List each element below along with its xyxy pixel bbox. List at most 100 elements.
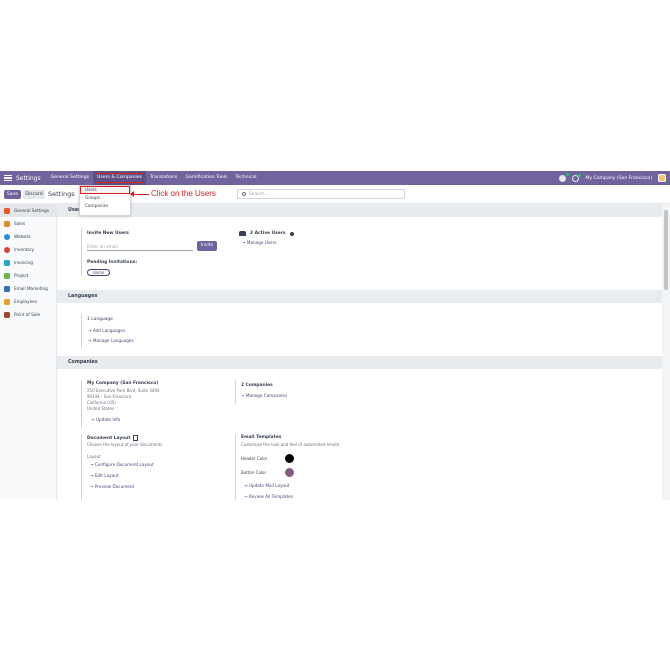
company-switcher[interactable]: My Company (San Francisco) bbox=[585, 176, 652, 181]
search-input[interactable]: Search... bbox=[237, 189, 405, 199]
navbar-right: My Company (San Francisco) bbox=[559, 171, 666, 185]
nav-users-companies[interactable]: Users & Companies bbox=[93, 171, 147, 185]
main-scrollbar[interactable] bbox=[662, 204, 670, 500]
pending-invite-chip[interactable]: demo bbox=[87, 269, 111, 276]
scrollbar-thumb[interactable] bbox=[664, 210, 668, 290]
inventory-icon bbox=[4, 246, 10, 253]
preview-document-link[interactable]: Preview Document bbox=[90, 484, 134, 489]
sidebar-item-email-marketing[interactable]: Email Marketing bbox=[0, 282, 56, 295]
company-address-line-2: 94134 - San Francisco bbox=[87, 394, 132, 399]
chat-icon[interactable] bbox=[559, 172, 570, 182]
sidebar-item-invoicing[interactable]: Invoicing bbox=[0, 256, 56, 269]
document-layout-title: Document Layout bbox=[87, 435, 131, 441]
save-button[interactable]: Save bbox=[4, 190, 21, 199]
sidebar-item-label: Website bbox=[14, 234, 31, 239]
company-address-line-3: California (US) bbox=[87, 400, 116, 405]
manage-users-link[interactable]: Manage Users bbox=[242, 240, 294, 245]
section-header-users: User bbox=[57, 204, 662, 217]
sidebar-item-label: Invoicing bbox=[14, 260, 33, 265]
activity-clock-icon[interactable] bbox=[572, 173, 582, 182]
sidebar-item-sales[interactable]: Sales bbox=[0, 217, 56, 230]
nav-technical[interactable]: Technical bbox=[231, 171, 260, 185]
section-header-languages: Languages bbox=[57, 290, 662, 303]
company-address-line-1: 250 Executive Park Blvd, Suite 3400 bbox=[87, 388, 160, 393]
user-avatar[interactable] bbox=[658, 174, 666, 182]
nav-translations[interactable]: Translations bbox=[146, 171, 181, 185]
invite-title: Invite New Users bbox=[87, 231, 129, 236]
sidebar-item-inventory[interactable]: Inventory bbox=[0, 243, 56, 256]
update-mail-layout-link[interactable]: Update Mail Layout bbox=[244, 483, 290, 488]
annotation-arrow bbox=[130, 190, 149, 199]
settings-sidebar: General Settings Sales Website Inventory… bbox=[0, 204, 57, 500]
sidebar-item-label: General Settings bbox=[14, 208, 50, 213]
search-placeholder: Search... bbox=[249, 191, 269, 197]
sidebar-item-employees[interactable]: Employees bbox=[0, 295, 56, 308]
sidebar-item-point-of-sale[interactable]: Point of Sale bbox=[0, 308, 56, 321]
manage-companies-link[interactable]: Manage Companies bbox=[241, 393, 287, 398]
invite-button[interactable]: Invite bbox=[197, 241, 217, 251]
companies-count: 2 Companies bbox=[241, 383, 273, 388]
sidebar-item-general-settings[interactable]: General Settings bbox=[0, 204, 56, 217]
header-color-swatch[interactable] bbox=[285, 454, 294, 463]
button-color-label: Button Color bbox=[241, 470, 267, 475]
nav-menu: General Settings Users & Companies Trans… bbox=[47, 171, 261, 185]
update-info-link[interactable]: Update Info bbox=[91, 417, 120, 422]
company-address-line-4: United States bbox=[87, 406, 115, 411]
manage-languages-link[interactable]: Manage Languages bbox=[88, 338, 134, 343]
annotation-text: Click on the Users bbox=[151, 189, 216, 198]
sidebar-item-label: Sales bbox=[14, 221, 26, 226]
dropdown-item-users[interactable]: Users bbox=[80, 186, 130, 194]
sidebar-item-label: Project bbox=[14, 273, 29, 278]
edit-layout-link[interactable]: Edit Layout bbox=[90, 473, 119, 478]
top-navbar: Settings General Settings Users & Compan… bbox=[0, 171, 670, 185]
general-settings-icon bbox=[4, 207, 10, 214]
document-layout-block: Document Layout Choose the layout of you… bbox=[81, 434, 221, 500]
screenshot-frame: Settings General Settings Users & Compan… bbox=[0, 171, 670, 500]
email-templates-subtitle: Customize the look and feel of automated… bbox=[241, 442, 340, 447]
dropdown-item-groups[interactable]: Groups bbox=[80, 194, 130, 202]
language-count: 1 Language bbox=[87, 317, 113, 322]
dropdown-item-companies[interactable]: Companies bbox=[80, 202, 130, 210]
sidebar-item-label: Email Marketing bbox=[14, 286, 48, 291]
project-icon bbox=[4, 272, 10, 279]
email-marketing-icon bbox=[4, 285, 10, 292]
languages-block: 1 Language Add Languages Manage Language… bbox=[81, 314, 201, 348]
company-name: My Company (San Francisco) bbox=[87, 381, 159, 386]
chat-badge bbox=[566, 172, 570, 176]
users-icon bbox=[239, 231, 246, 236]
search-icon bbox=[242, 192, 246, 196]
discard-button[interactable]: Discard bbox=[23, 190, 45, 199]
nav-gamification-tools[interactable]: Gamification Tools bbox=[181, 171, 231, 185]
button-color-swatch[interactable] bbox=[285, 468, 294, 477]
sales-icon bbox=[4, 220, 10, 227]
sidebar-item-label: Employees bbox=[14, 299, 37, 304]
invite-users-block: Invite New Users Enter an email Invite P… bbox=[81, 228, 217, 276]
help-icon[interactable] bbox=[289, 231, 294, 236]
settings-main: User Invite New Users Enter an email Inv… bbox=[57, 204, 662, 500]
pending-invitations-title: Pending Invitations: bbox=[87, 260, 138, 265]
add-languages-link[interactable]: Add Languages bbox=[88, 328, 125, 333]
app-brand[interactable]: Settings bbox=[16, 175, 41, 182]
active-users-count: 2 Active Users bbox=[250, 231, 286, 236]
companies-count-block: 2 Companies Manage Companies bbox=[235, 380, 365, 404]
review-all-templates-link[interactable]: Review All Templates bbox=[244, 494, 293, 499]
email-templates-title: Email Templates bbox=[241, 435, 282, 440]
sidebar-item-website[interactable]: Website bbox=[0, 230, 56, 243]
employees-icon bbox=[4, 298, 10, 305]
nav-general-settings[interactable]: General Settings bbox=[47, 171, 93, 185]
layout-label: Layout bbox=[87, 454, 101, 459]
apps-menu-icon[interactable] bbox=[4, 175, 12, 181]
configure-document-layout-link[interactable]: Configure Document Layout bbox=[90, 462, 154, 467]
section-header-companies: Companies bbox=[57, 356, 662, 369]
active-users-block: 2 Active Users Manage Users bbox=[239, 231, 294, 245]
document-icon bbox=[133, 435, 139, 441]
sidebar-item-project[interactable]: Project bbox=[0, 269, 56, 282]
email-field[interactable]: Enter an email bbox=[87, 243, 193, 251]
users-companies-dropdown: Users Groups Companies bbox=[79, 185, 131, 216]
header-color-label: Header Color bbox=[241, 456, 268, 461]
website-icon bbox=[4, 233, 10, 240]
invoicing-icon bbox=[4, 259, 10, 266]
page-title: Settings bbox=[48, 190, 75, 198]
company-info-block: My Company (San Francisco) 250 Executive… bbox=[81, 380, 211, 428]
email-templates-block: Email Templates Customize the look and f… bbox=[235, 434, 385, 500]
